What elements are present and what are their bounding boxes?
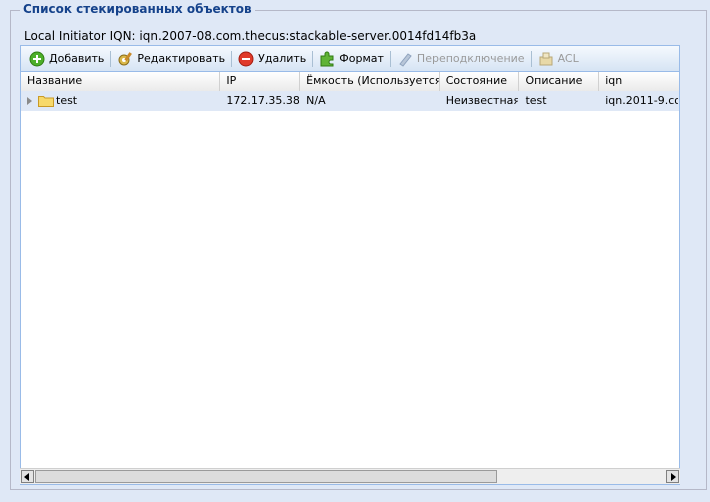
toolbar-separator <box>110 50 112 67</box>
toolbar-separator <box>389 50 391 67</box>
cell-iqn: iqn.2011-9.com.thecus <box>605 94 678 107</box>
puzzle-format-icon <box>320 51 334 66</box>
column-header-name[interactable]: Название <box>21 72 221 91</box>
chevron-right-icon <box>671 473 676 481</box>
folder-icon <box>38 96 54 107</box>
edit-button[interactable]: Редактировать <box>113 48 229 70</box>
toolbar-separator <box>231 50 233 67</box>
edit-label: Редактировать <box>137 52 226 65</box>
gear-edit-icon <box>118 51 133 65</box>
toolbar-separator <box>530 50 532 67</box>
toolbar: Добавить Редактировать Удалить Формат Пе… <box>21 46 679 72</box>
format-button[interactable]: Формат <box>315 48 388 70</box>
grid-header: Название IP Ёмкость (Используется/Всего)… <box>21 72 679 92</box>
reconnect-icon <box>399 52 412 67</box>
stack-grid-panel: Добавить Редактировать Удалить Формат Пе… <box>20 45 680 485</box>
format-label: Формат <box>339 52 384 65</box>
column-header-iqn[interactable]: iqn <box>599 72 679 91</box>
local-initiator-iqn: Local Initiator IQN: iqn.2007-08.com.the… <box>24 29 477 43</box>
chevron-left-icon <box>24 473 29 481</box>
fieldset-legend: Список стекированных объектов <box>20 2 255 16</box>
cell-name-text: test <box>56 94 78 107</box>
toolbar-separator <box>312 50 314 67</box>
delete-button[interactable]: Удалить <box>234 48 310 70</box>
scroll-right-button[interactable] <box>666 470 679 483</box>
cell-name: test <box>21 91 220 111</box>
scroll-left-button[interactable] <box>21 470 34 483</box>
cell-ip: 172.17.35.38 <box>226 94 300 107</box>
reconnect-button[interactable]: Переподключение <box>393 48 529 70</box>
add-icon <box>29 51 45 66</box>
table-row[interactable]: test 172.17.35.38 N/A Неизвестная ошибка… <box>21 91 679 111</box>
add-button[interactable]: Добавить <box>25 48 108 70</box>
cell-capacity: N/A <box>306 94 326 107</box>
column-header-status[interactable]: Состояние <box>440 72 520 91</box>
horizontal-scrollbar[interactable] <box>20 468 680 484</box>
acl-button[interactable]: ACL <box>534 48 583 70</box>
acl-icon <box>539 52 553 65</box>
cell-status: Неизвестная ошибка <box>445 94 520 107</box>
column-header-capacity[interactable]: Ёмкость (Используется/Всего) <box>300 72 440 91</box>
delete-icon <box>238 51 254 66</box>
scrollbar-thumb[interactable] <box>35 470 497 483</box>
column-header-ip[interactable]: IP <box>220 72 301 91</box>
delete-label: Удалить <box>258 52 307 65</box>
reconnect-label: Переподключение <box>416 52 525 65</box>
column-header-description[interactable]: Описание <box>519 72 600 91</box>
expand-arrow-icon[interactable] <box>27 97 32 105</box>
acl-label: ACL <box>557 52 579 65</box>
cell-description: test <box>525 94 547 107</box>
add-label: Добавить <box>49 52 105 65</box>
